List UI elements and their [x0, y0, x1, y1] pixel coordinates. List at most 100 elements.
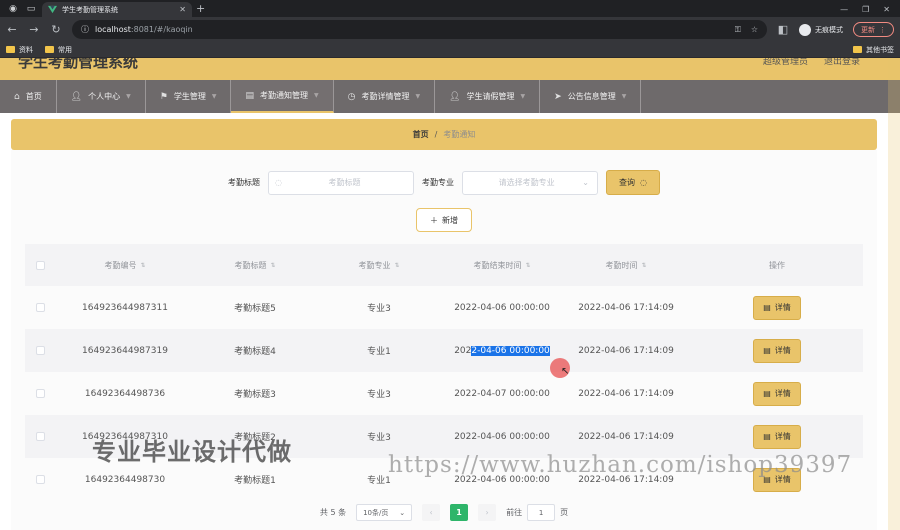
detail-button[interactable]: ▤ 详情 — [753, 338, 801, 363]
chevron-down-icon: ▼ — [415, 93, 421, 100]
nav-detail[interactable]: ◷ 考勤详情管理 ▼ — [334, 80, 436, 113]
row-checkbox[interactable] — [35, 432, 45, 441]
sort-icon[interactable]: ⇅ — [140, 262, 145, 269]
nav-announcement[interactable]: ➤ 公告信息管理 ▼ — [540, 80, 642, 113]
row-checkbox[interactable] — [35, 475, 45, 484]
breadcrumb-current: 考勤通知 — [443, 130, 476, 139]
header-time[interactable]: 考勤时间 ⇅ — [561, 260, 691, 271]
bookmark-label: 资料 — [19, 45, 33, 54]
header-id[interactable]: 考勤编号 ⇅ — [55, 260, 195, 271]
incognito-profile[interactable]: 无痕模式 — [799, 23, 843, 36]
sort-icon[interactable]: ⇅ — [394, 262, 399, 269]
forward-icon[interactable]: → — [28, 23, 40, 36]
sidepanel-icon[interactable]: ◧ — [777, 23, 789, 36]
sort-icon[interactable]: ⇅ — [641, 262, 646, 269]
detail-button[interactable]: ▤ 详情 — [753, 424, 801, 449]
header-title[interactable]: 考勤标题 ⇅ — [195, 260, 315, 271]
row-checkbox[interactable] — [35, 346, 45, 355]
nav-leave[interactable]: 👤︎ 学生请假管理 ▼ — [435, 80, 541, 113]
logout-link[interactable]: 退出登录 — [824, 58, 860, 67]
cell-time: 2022-04-06 17:14:09 — [578, 388, 674, 399]
detail-label: 详情 — [774, 432, 791, 441]
select-all-checkbox[interactable] — [35, 260, 45, 270]
row-checkbox[interactable] — [35, 389, 45, 398]
info-icon[interactable]: ⓘ — [81, 24, 89, 35]
nav-home[interactable]: ⌂ 首页 — [0, 80, 57, 113]
add-button[interactable]: ＋ 新增 — [416, 208, 472, 232]
cell-title: 考勤标题1 — [234, 476, 276, 486]
nav-label: 公告信息管理 — [567, 92, 616, 101]
url-path: :8081/#/kaoqin — [130, 25, 193, 34]
sort-icon[interactable]: ⇅ — [525, 262, 530, 269]
bookmark-folder[interactable]: 资料 — [6, 45, 33, 55]
detail-button[interactable]: ▤ 详情 — [753, 381, 801, 406]
bookmark-folder[interactable]: 常用 — [45, 45, 72, 55]
browser-tab[interactable]: 学生考勤管理系统 ✕ — [42, 2, 192, 17]
close-window-icon[interactable]: ✕ — [883, 5, 890, 14]
cell-major: 专业1 — [367, 347, 391, 357]
add-label: 新增 — [442, 215, 458, 225]
cell-end: 2022-04-06 00:00:00 — [454, 302, 550, 313]
nav-personal[interactable]: 👤︎ 个人中心 ▼ — [57, 80, 146, 113]
update-button[interactable]: 更新 ⋮ — [853, 22, 894, 37]
url-input[interactable]: ⓘ localhost:8081/#/kaoqin ⚿ ☆ — [72, 20, 767, 39]
nav-students[interactable]: ⚑ 学生管理 ▼ — [146, 80, 232, 113]
vue-logo-icon — [48, 5, 57, 14]
app-title: 学生考勤管理系统 — [18, 58, 139, 71]
table-row: 16492364498736 考勤标题3 专业3 2022-04-07 00:0… — [25, 372, 863, 415]
cell-major: 专业3 — [367, 304, 391, 314]
user-icon: 👤︎ — [70, 91, 83, 102]
table-row: 164923644987319 考勤标题4 专业1 202 2-04-06 00:… — [25, 329, 863, 372]
nav-label: 学生请假管理 — [466, 92, 515, 101]
cell-major: 专业3 — [367, 390, 391, 400]
prev-page-button[interactable]: ‹ — [422, 504, 441, 521]
header-major[interactable]: 考勤专业 ⇅ — [315, 260, 443, 271]
folder-icon — [45, 46, 54, 53]
sort-icon[interactable]: ⇅ — [270, 262, 275, 269]
cell-id: 164923644987319 — [82, 345, 168, 356]
bookmarks-bar: 资料 常用 其他书签 — [0, 42, 900, 58]
header-label: 考勤结束时间 — [473, 260, 522, 270]
star-icon[interactable]: ☆ — [751, 25, 758, 35]
folder-icon — [853, 46, 862, 53]
reload-icon[interactable]: ↻ — [50, 23, 62, 36]
search-icon: ◌ — [640, 178, 647, 187]
app-header: 学生考勤管理系统 超级管理员 退出登录 — [0, 58, 900, 80]
notice-icon: ▤ — [245, 90, 254, 101]
page-size-label: 10条/页 — [363, 508, 389, 517]
breadcrumb-home[interactable]: 首页 — [413, 129, 429, 140]
breadcrumb-sep: / — [434, 130, 438, 139]
major-select[interactable]: 请选择考勤专业 ⌄ — [462, 170, 598, 195]
query-button[interactable]: 查询 ◌ — [606, 170, 660, 195]
watermark-left: 专业毕业设计代做 — [92, 438, 292, 466]
other-bookmarks[interactable]: 其他书签 — [853, 45, 894, 55]
close-tab-icon[interactable]: ✕ — [179, 5, 186, 14]
page-number[interactable]: 1 — [450, 504, 469, 521]
header-label: 考勤标题 — [234, 260, 267, 270]
next-page-button[interactable]: › — [478, 504, 497, 521]
incognito-icon — [799, 23, 811, 36]
header-end[interactable]: 考勤结束时间 ⇅ — [443, 260, 561, 271]
back-icon[interactable]: ← — [6, 23, 18, 36]
header-op: 操作 — [769, 260, 785, 270]
minimize-icon[interactable]: — — [840, 5, 848, 14]
maximize-icon[interactable]: ❐ — [862, 5, 869, 14]
chevron-down-icon: ⌄ — [399, 508, 406, 517]
new-tab-icon[interactable]: + — [196, 2, 205, 15]
goto-input[interactable]: 1 — [527, 504, 556, 521]
nav-notice[interactable]: ▤ 考勤通知管理 ▼ — [231, 80, 334, 113]
row-checkbox[interactable] — [35, 303, 45, 312]
tab-strip-icon[interactable]: ▭ — [24, 2, 38, 16]
cell-end: 2022-04-06 00:00:00 — [443, 345, 561, 356]
page-size-select[interactable]: 10条/页 ⌄ — [356, 504, 413, 521]
browser-menu-icon[interactable]: ◉ — [6, 2, 20, 16]
document-icon: ▤ — [763, 432, 771, 441]
header-label: 考勤专业 — [358, 260, 391, 270]
nav-label: 个人中心 — [88, 92, 121, 101]
search-icon: ◌ — [275, 178, 282, 187]
key-icon[interactable]: ⚿ — [735, 25, 741, 35]
nav-label: 考勤通知管理 — [260, 91, 308, 100]
nav-label: 学生管理 — [173, 92, 206, 101]
detail-button[interactable]: ▤ 详情 — [753, 295, 801, 320]
title-input[interactable]: ◌ 考勤标题 — [268, 170, 414, 195]
